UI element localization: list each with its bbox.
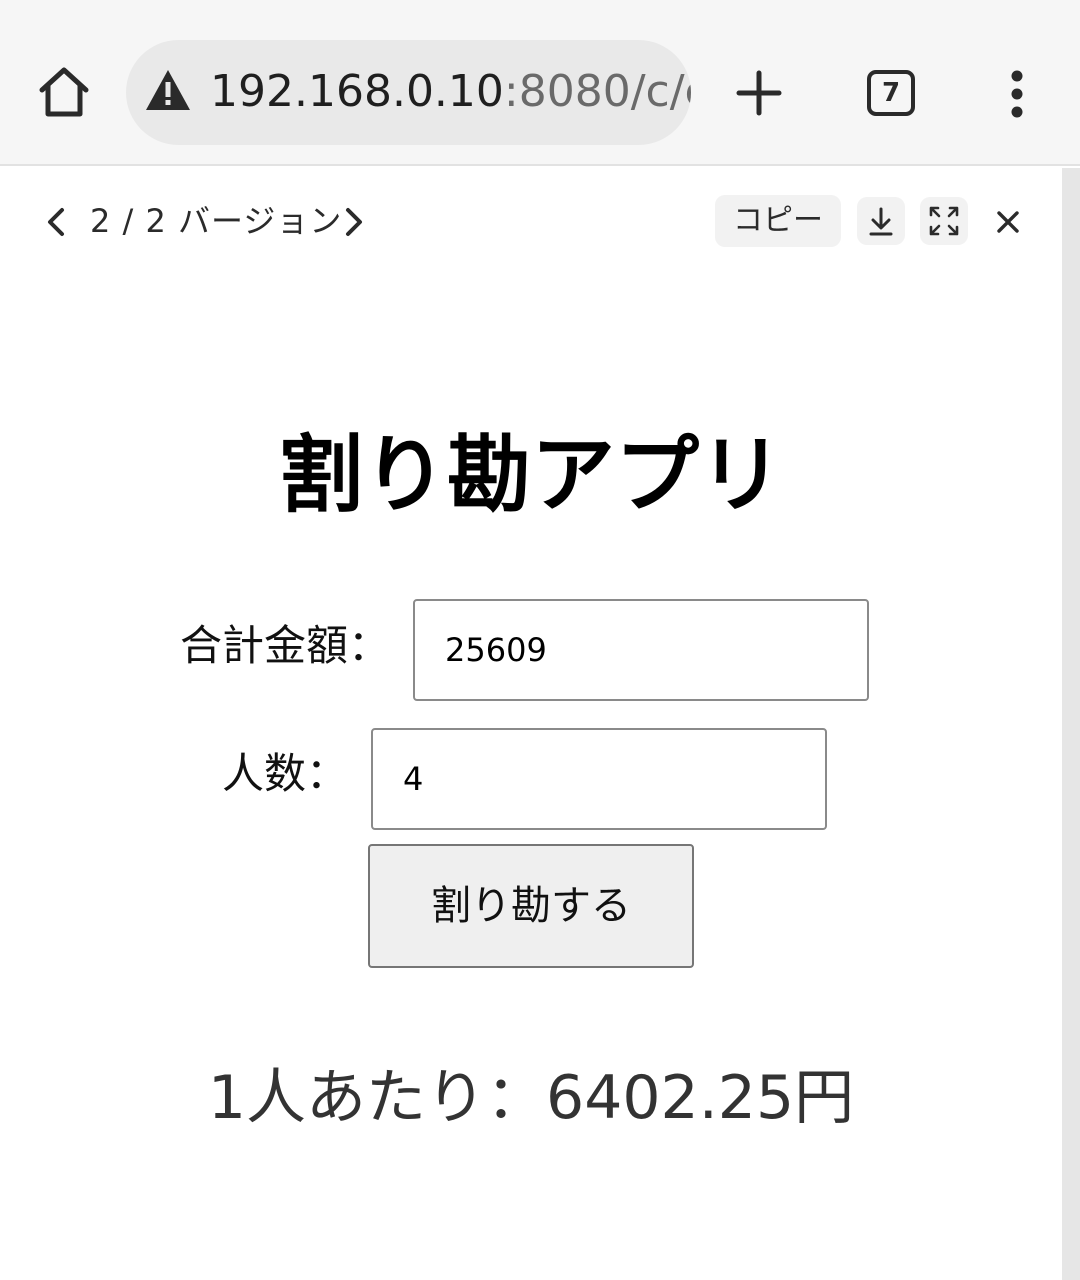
panel-scrollbar[interactable] xyxy=(1062,168,1080,1280)
close-button[interactable] xyxy=(988,202,1028,242)
browser-toolbar: 192.168.0.10:8080/c/e 7 xyxy=(0,0,1080,166)
download-button[interactable] xyxy=(857,197,905,245)
people-count-input[interactable] xyxy=(371,728,827,830)
split-button[interactable]: 割り勘する xyxy=(368,844,694,968)
fullscreen-button[interactable] xyxy=(920,197,968,245)
close-icon xyxy=(997,211,1019,233)
next-version-button[interactable] xyxy=(338,202,370,242)
app-title: 割り勘アプリ xyxy=(278,426,783,524)
previous-version-button[interactable] xyxy=(40,202,72,242)
download-icon xyxy=(869,207,893,236)
home-button[interactable] xyxy=(36,64,92,120)
per-person-result: 1人あたり：6402.25円 xyxy=(207,1063,855,1133)
url-host: 192.168.0.10 xyxy=(210,66,504,117)
chevron-right-icon xyxy=(346,208,362,236)
copy-button[interactable]: コピー xyxy=(715,195,841,247)
people-count-label: 人数： xyxy=(222,749,349,798)
tab-count: 7 xyxy=(881,78,901,108)
fullscreen-icon xyxy=(929,206,959,236)
home-icon xyxy=(39,67,89,117)
tabs-icon[interactable]: 7 xyxy=(867,70,915,116)
chevron-left-icon xyxy=(48,208,64,236)
total-amount-input[interactable] xyxy=(413,599,869,701)
version-label: 2 / 2 バージョン xyxy=(90,202,343,240)
more-vert-icon[interactable] xyxy=(1004,70,1030,118)
total-amount-label: 合計金額： xyxy=(180,621,391,670)
warning-icon xyxy=(146,70,190,110)
new-tab-button[interactable] xyxy=(734,68,784,118)
address-bar[interactable]: 192.168.0.10:8080/c/e xyxy=(126,40,691,145)
plus-icon xyxy=(736,70,782,116)
url-path: :8080/c/e xyxy=(503,66,691,117)
url-text: 192.168.0.10:8080/c/e xyxy=(210,62,691,122)
